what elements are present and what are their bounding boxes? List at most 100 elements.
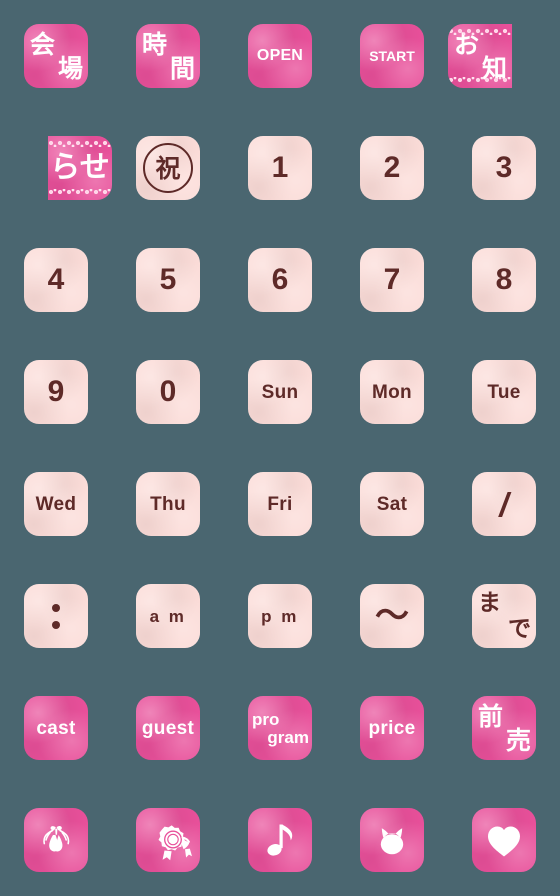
sticker-cell: 3 bbox=[448, 112, 560, 224]
sticker-thu[interactable]: Thu bbox=[136, 472, 200, 536]
sticker-cell: / bbox=[448, 448, 560, 560]
sticker-cell: OPEN bbox=[224, 0, 336, 112]
label-line-2: gram bbox=[267, 728, 309, 747]
cat-face-icon bbox=[370, 818, 414, 862]
sticker-cell: cast bbox=[0, 672, 112, 784]
sticker-am[interactable]: a m bbox=[136, 584, 200, 648]
sticker-cell bbox=[112, 784, 224, 896]
sticker-cell: a m bbox=[112, 560, 224, 672]
sticker-pm[interactable]: p m bbox=[248, 584, 312, 648]
sticker-num9[interactable]: 9 bbox=[24, 360, 88, 424]
sticker-heart[interactable] bbox=[472, 808, 536, 872]
sticker-jikan[interactable]: 時間 bbox=[136, 24, 200, 88]
sticker-fri[interactable]: Fri bbox=[248, 472, 312, 536]
sticker-sun[interactable]: Sun bbox=[248, 360, 312, 424]
sticker-slash[interactable]: / bbox=[472, 472, 536, 536]
lace-border-bottom bbox=[448, 24, 512, 88]
stacked-characters: 会場 bbox=[24, 24, 88, 88]
sticker-num5[interactable]: 5 bbox=[136, 248, 200, 312]
sticker-cell: Mon bbox=[336, 336, 448, 448]
sticker-wed[interactable]: Wed bbox=[24, 472, 88, 536]
character-1: 会 bbox=[30, 30, 56, 59]
sticker-cell: 〜 bbox=[336, 560, 448, 672]
sticker-rosette[interactable] bbox=[136, 808, 200, 872]
sticker-colon[interactable] bbox=[24, 584, 88, 648]
sticker-cell: Fri bbox=[224, 448, 336, 560]
sticker-cell: 時間 bbox=[112, 0, 224, 112]
sticker-guest[interactable]: guest bbox=[136, 696, 200, 760]
heart-icon bbox=[483, 820, 525, 860]
sticker-cell: guest bbox=[112, 672, 224, 784]
colon-dot-top bbox=[52, 603, 60, 612]
sticker-cell: Thu bbox=[112, 448, 224, 560]
sticker-num2[interactable]: 2 bbox=[360, 136, 424, 200]
sticker-open[interactable]: OPEN bbox=[248, 24, 312, 88]
award-rosette-icon bbox=[144, 817, 192, 863]
sticker-rase[interactable]: らせ bbox=[48, 136, 112, 200]
sticker-cell: まで bbox=[448, 560, 560, 672]
sticker-tue[interactable]: Tue bbox=[472, 360, 536, 424]
sticker-mon[interactable]: Mon bbox=[360, 360, 424, 424]
sticker-cast[interactable]: cast bbox=[24, 696, 88, 760]
sticker-maeuri[interactable]: 前売 bbox=[472, 696, 536, 760]
tile-label: a m bbox=[149, 606, 187, 626]
tile-label: 7 bbox=[383, 263, 401, 296]
sticker-cell: START bbox=[336, 0, 448, 112]
sticker-start[interactable]: START bbox=[360, 24, 424, 88]
sticker-cell: 会場 bbox=[0, 0, 112, 112]
sticker-cell: 7 bbox=[336, 224, 448, 336]
tile-label: Fri bbox=[267, 493, 293, 515]
tile-label: price bbox=[368, 717, 416, 739]
sticker-cell: 6 bbox=[224, 224, 336, 336]
sticker-cell: Wed bbox=[0, 448, 112, 560]
tile-label: / bbox=[499, 485, 509, 523]
sticker-cell: Sun bbox=[224, 336, 336, 448]
tile-label: 0 bbox=[159, 375, 177, 408]
sticker-num0[interactable]: 0 bbox=[136, 360, 200, 424]
sticker-ballet-shoes[interactable] bbox=[24, 808, 88, 872]
tilde-glyph: 〜 bbox=[375, 596, 409, 636]
music-note-icon bbox=[259, 818, 301, 862]
sticker-made[interactable]: まで bbox=[472, 584, 536, 648]
emoji-sticker-sheet: 会場時間 OPEN START お知らせ祝 1 2 3 4 5 6 7 8 9 0 Sun Mon Tue Wed… bbox=[0, 0, 560, 896]
tile-label: 5 bbox=[159, 263, 177, 296]
stacked-characters: 前売 bbox=[472, 696, 536, 760]
tile-label: Sun bbox=[261, 381, 299, 403]
sticker-oshi[interactable]: お知 bbox=[448, 24, 512, 88]
tile-label: 1 bbox=[271, 151, 289, 184]
sticker-cell bbox=[0, 560, 112, 672]
tile-label: 8 bbox=[495, 263, 513, 296]
character-1: 前 bbox=[478, 702, 504, 731]
sticker-cell bbox=[224, 784, 336, 896]
sticker-kaijou[interactable]: 会場 bbox=[24, 24, 88, 88]
sticker-num4[interactable]: 4 bbox=[24, 248, 88, 312]
sticker-price[interactable]: price bbox=[360, 696, 424, 760]
colon-glyph bbox=[52, 603, 60, 629]
tile-label: p m bbox=[261, 606, 299, 626]
tile-label: 6 bbox=[271, 263, 289, 296]
stacked-characters: まで bbox=[472, 584, 536, 648]
tile-label: cast bbox=[36, 717, 76, 739]
sticker-cell: 1 bbox=[224, 112, 336, 224]
sticker-num8[interactable]: 8 bbox=[472, 248, 536, 312]
sticker-sat[interactable]: Sat bbox=[360, 472, 424, 536]
sticker-cell bbox=[336, 784, 448, 896]
tile-label: Wed bbox=[35, 493, 77, 515]
tile-label: Sat bbox=[376, 493, 408, 515]
sticker-music-note[interactable] bbox=[248, 808, 312, 872]
sticker-tilde[interactable]: 〜 bbox=[360, 584, 424, 648]
tile-label: Thu bbox=[150, 493, 186, 515]
tile-label: 4 bbox=[47, 263, 65, 296]
sticker-num3[interactable]: 3 bbox=[472, 136, 536, 200]
sticker-program[interactable]: pro gram bbox=[248, 696, 312, 760]
sticker-cell: p m bbox=[224, 560, 336, 672]
sticker-shuku[interactable]: 祝 bbox=[136, 136, 200, 200]
tile-label: guest bbox=[141, 717, 195, 739]
sticker-num7[interactable]: 7 bbox=[360, 248, 424, 312]
sticker-cell: 4 bbox=[0, 224, 112, 336]
sticker-num1[interactable]: 1 bbox=[248, 136, 312, 200]
sticker-cell: 祝 bbox=[112, 112, 224, 224]
sticker-cat-face[interactable] bbox=[360, 808, 424, 872]
sticker-num6[interactable]: 6 bbox=[248, 248, 312, 312]
character-2: で bbox=[508, 616, 531, 642]
